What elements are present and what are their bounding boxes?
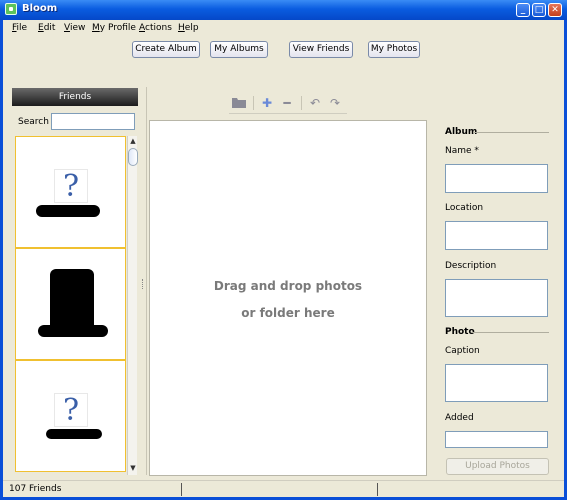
friend-item[interactable] <box>15 248 126 360</box>
redacted-name <box>46 429 102 439</box>
divider-grip-icon <box>142 279 144 289</box>
menu-actions[interactable]: Actions <box>139 23 172 33</box>
scroll-thumb[interactable] <box>128 148 138 166</box>
location-field[interactable] <box>445 221 548 250</box>
menu-file[interactable]: File <box>12 23 27 33</box>
section-divider <box>473 132 549 133</box>
unknown-avatar-icon: ? <box>54 169 88 204</box>
status-bar: 107 Friends <box>3 480 564 497</box>
menu-my-profile[interactable]: My Profile <box>92 23 136 33</box>
caption-field[interactable] <box>445 364 548 402</box>
photo-toolbar: ✚ ━ ↶ ↷ <box>229 92 347 114</box>
menu-help[interactable]: Help <box>178 23 199 33</box>
status-separator <box>377 483 378 496</box>
app-icon <box>5 3 17 15</box>
menu-edit[interactable]: Edit <box>38 23 55 33</box>
added-label: Added <box>445 413 474 423</box>
redacted-name <box>36 205 100 217</box>
friends-count: 107 Friends <box>9 484 62 494</box>
section-divider <box>471 332 549 333</box>
close-button[interactable]: ✕ <box>548 3 562 17</box>
friend-item[interactable]: ? <box>15 360 126 472</box>
photo-drop-area[interactable]: Drag and drop photos or folder here <box>149 120 427 476</box>
friends-header: Friends <box>12 88 138 106</box>
add-icon[interactable]: ✚ <box>259 95 275 111</box>
search-label: Search <box>18 117 49 127</box>
caption-label: Caption <box>445 346 480 356</box>
panel-divider[interactable] <box>140 87 147 475</box>
search-input[interactable] <box>51 113 135 130</box>
name-label: Name * <box>445 146 479 156</box>
drop-hint-line2: or folder here <box>241 306 335 320</box>
remove-icon[interactable]: ━ <box>279 95 295 111</box>
minimize-button[interactable]: _ <box>516 3 530 17</box>
friend-item[interactable]: ? <box>15 136 126 248</box>
friends-scrollbar[interactable]: ▲ ▼ <box>127 136 138 475</box>
bloom-window: Bloom _ □ ✕ File Edit View My Profile Ac… <box>0 0 567 500</box>
upload-photos-button[interactable]: Upload Photos <box>446 458 549 475</box>
window-title: Bloom <box>22 3 58 14</box>
drop-hint-line1: Drag and drop photos <box>213 279 363 293</box>
scroll-up-icon[interactable]: ▲ <box>128 136 138 146</box>
create-album-button[interactable]: Create Album <box>132 41 200 58</box>
redacted-name <box>38 325 108 337</box>
view-friends-button[interactable]: View Friends <box>289 41 353 58</box>
toolbar-separator <box>301 96 302 110</box>
rotate-right-icon[interactable]: ↷ <box>327 95 343 111</box>
my-albums-button[interactable]: My Albums <box>210 41 268 58</box>
location-label: Location <box>445 203 484 213</box>
description-field[interactable] <box>445 279 548 317</box>
added-field[interactable] <box>445 431 548 448</box>
title-bar[interactable]: Bloom _ □ ✕ <box>0 0 567 20</box>
menu-bar: File Edit View My Profile Actions Help <box>3 20 564 36</box>
my-photos-button[interactable]: My Photos <box>368 41 420 58</box>
toolbar-separator <box>253 96 254 110</box>
menu-view[interactable]: View <box>64 23 85 33</box>
friends-list[interactable]: ? ? <box>15 136 126 475</box>
folder-icon[interactable] <box>231 95 247 111</box>
description-label: Description <box>445 261 497 271</box>
silhouette-avatar <box>50 269 94 331</box>
rotate-left-icon[interactable]: ↶ <box>307 95 323 111</box>
maximize-button[interactable]: □ <box>532 3 546 17</box>
scroll-down-icon[interactable]: ▼ <box>128 463 138 473</box>
name-field[interactable] <box>445 164 548 193</box>
status-separator <box>181 483 182 496</box>
unknown-avatar-icon: ? <box>54 393 88 428</box>
